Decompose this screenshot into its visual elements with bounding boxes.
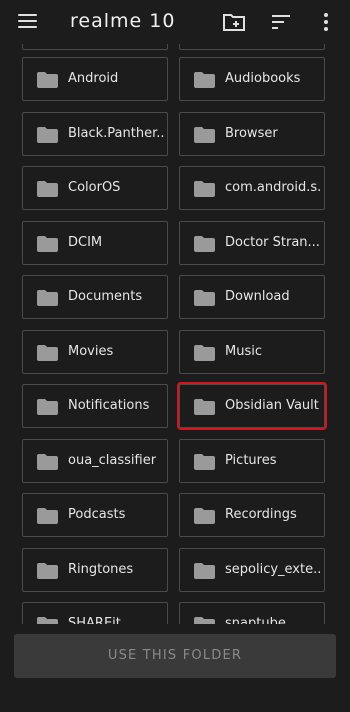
page-title: realme 10 bbox=[70, 10, 176, 32]
more-options-icon[interactable] bbox=[314, 10, 338, 34]
folder-icon bbox=[194, 235, 215, 252]
folder-tile[interactable]: Android bbox=[22, 57, 168, 101]
folder-icon bbox=[37, 235, 58, 252]
folder-label: oua_classifier bbox=[68, 452, 157, 468]
folder-label: Browser bbox=[225, 125, 278, 141]
folder-tile[interactable]: Black.Panther... bbox=[22, 111, 168, 156]
folder-label: Recordings bbox=[225, 507, 297, 522]
folder-icon bbox=[194, 181, 215, 197]
folder-icon bbox=[194, 344, 215, 361]
new-folder-icon[interactable] bbox=[222, 10, 246, 34]
folder-label: Audiobooks bbox=[225, 71, 301, 86]
folder-label: Download bbox=[225, 289, 290, 304]
folder-label: Android bbox=[68, 71, 119, 86]
folder-label: Pictures bbox=[225, 452, 277, 468]
menu-icon[interactable] bbox=[18, 14, 37, 28]
folder-label: Documents bbox=[68, 289, 143, 304]
sort-icon[interactable] bbox=[269, 10, 293, 34]
folder-icon bbox=[37, 453, 58, 470]
folder-tile[interactable]: DCIM bbox=[22, 220, 168, 265]
folder-label: Ringtones bbox=[68, 561, 134, 577]
folder-tile[interactable]: ColorOS bbox=[22, 166, 168, 210]
folder-tile[interactable]: Movies bbox=[22, 329, 168, 374]
folder-label: Movies bbox=[68, 343, 114, 359]
folder-label: Music bbox=[225, 343, 262, 359]
folder-tile[interactable]: Obsidian Vault bbox=[179, 384, 325, 428]
folder-icon bbox=[37, 72, 58, 88]
folder-icon bbox=[194, 72, 215, 88]
folder-icon bbox=[37, 399, 58, 415]
folder-icon bbox=[194, 290, 215, 306]
folder-label: SHAREit bbox=[68, 616, 121, 624]
folder-icon bbox=[194, 453, 215, 470]
folder-tile[interactable]: Documents bbox=[22, 275, 168, 319]
folder-tile[interactable]: Browser bbox=[179, 111, 325, 156]
folder-label: Black.Panther... bbox=[68, 125, 164, 141]
folder-label: DCIM bbox=[68, 234, 103, 250]
folder-icon bbox=[37, 562, 58, 579]
folder-tile[interactable]: sepolicy_exte... bbox=[179, 547, 325, 592]
folder-tile[interactable]: Podcasts bbox=[22, 493, 168, 537]
folder-tile[interactable]: Notifications bbox=[22, 384, 168, 428]
folder-tile[interactable]: SHAREit bbox=[22, 602, 168, 624]
folder-grid: Android Audiobooks Black.Panther... Browser… bbox=[0, 44, 350, 624]
folder-label: snaptube bbox=[225, 616, 286, 624]
folder-label: com.android.s... bbox=[225, 180, 321, 195]
folder-icon bbox=[194, 617, 215, 624]
folder-icon bbox=[194, 126, 215, 143]
folder-tile-partial[interactable] bbox=[179, 44, 325, 50]
folder-icon bbox=[194, 508, 215, 524]
folder-icon bbox=[194, 399, 215, 415]
folder-label: ColorOS bbox=[68, 180, 121, 195]
folder-icon bbox=[194, 562, 215, 579]
folder-tile[interactable]: oua_classifier bbox=[22, 438, 168, 483]
folder-icon bbox=[37, 290, 58, 306]
folder-icon bbox=[37, 508, 58, 524]
folder-tile[interactable]: snaptube bbox=[179, 602, 325, 624]
folder-tile[interactable]: Music bbox=[179, 329, 325, 374]
folder-tile[interactable]: Recordings bbox=[179, 493, 325, 537]
folder-tile[interactable]: Pictures bbox=[179, 438, 325, 483]
folder-tile-partial[interactable] bbox=[22, 44, 168, 50]
folder-label: Notifications bbox=[68, 398, 150, 413]
folder-label: Podcasts bbox=[68, 507, 126, 522]
folder-tile[interactable]: Download bbox=[179, 275, 325, 319]
folder-tile[interactable]: Audiobooks bbox=[179, 57, 325, 101]
folder-tile[interactable]: Ringtones bbox=[22, 547, 168, 592]
folder-label: sepolicy_exte... bbox=[225, 561, 321, 577]
folder-icon bbox=[37, 344, 58, 361]
folder-tile[interactable]: Doctor Stran... bbox=[179, 220, 325, 265]
use-this-folder-button[interactable]: USE THIS FOLDER bbox=[14, 634, 336, 678]
folder-label: Doctor Stran... bbox=[225, 234, 320, 250]
bottom-bar: USE THIS FOLDER bbox=[0, 624, 350, 712]
top-app-bar: realme 10 bbox=[0, 0, 350, 44]
folder-icon bbox=[37, 181, 58, 197]
folder-icon bbox=[37, 126, 58, 143]
folder-label: Obsidian Vault bbox=[225, 398, 319, 413]
folder-tile[interactable]: com.android.s... bbox=[179, 166, 325, 210]
folder-icon bbox=[37, 617, 58, 624]
